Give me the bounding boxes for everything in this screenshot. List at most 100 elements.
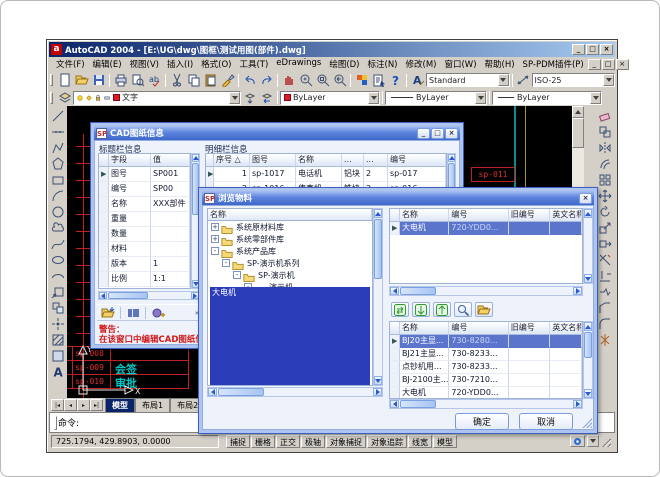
color-dropdown-icon[interactable] [368,92,379,104]
next-tab-icon[interactable]: ▸ [77,399,90,411]
construction-line-icon[interactable] [50,124,66,140]
scroll-up-icon[interactable] [572,106,584,118]
copy-icon[interactable] [185,73,202,88]
mirror-icon[interactable] [597,140,613,156]
color-combo[interactable]: ByLayer [280,91,380,105]
menu-插入(I)[interactable]: 插入(I) [163,57,197,71]
move-up-button[interactable] [433,302,451,317]
line-icon[interactable] [50,108,66,124]
array-icon[interactable] [597,172,613,188]
column-header-英文名称[interactable]: 英文名称 [550,322,582,335]
restore-button[interactable]: □ [586,44,599,55]
redo-icon[interactable] [258,73,275,88]
layer-combo[interactable]: 文字 [73,91,241,105]
detail-row[interactable]: ▶1sp-1017电话机铝块2sp-017 [206,167,446,182]
column-header-名称[interactable]: 名称 [296,154,342,167]
insert-block-icon[interactable] [50,284,66,300]
tree-item-系统零部件库[interactable]: +系统零部件库 [208,233,372,245]
help-icon[interactable]: ? [387,73,404,88]
dialog-close-button[interactable]: × [445,128,458,139]
match-props-icon[interactable] [219,73,236,88]
tree-expander-icon[interactable]: + [211,235,219,243]
pan-icon[interactable] [280,73,297,88]
results-table-vscrollbar[interactable] [583,321,593,399]
column-header-...[interactable]: ... [342,154,364,167]
column-header-编号[interactable]: 编号 [449,209,508,222]
toggle-捕捉[interactable]: 捕捉 [226,435,250,448]
material-row[interactable]: 大电机720-YDD0... [390,387,582,399]
design-center-icon[interactable] [353,73,370,88]
dialog-restore-button[interactable]: □ [431,128,444,139]
column-header-名称[interactable]: 名称 [400,322,449,335]
menu-工具(T)[interactable]: 工具(T) [235,57,272,71]
menu-eDrawings[interactable]: eDrawings [272,57,325,71]
results-table[interactable]: 名称编号旧编号英文名称▶BJ20主显...730-8280...BJ21主显..… [389,321,583,399]
toolbar-grip[interactable] [50,92,53,104]
tree-item-系统产品库[interactable]: -系统产品库 [208,245,372,257]
rotate-icon[interactable] [597,204,613,220]
last-tab-icon[interactable]: ▸| [90,399,103,411]
layer-previous-icon[interactable] [258,90,275,105]
zoom-window-icon[interactable] [314,73,331,88]
toggle-线宽[interactable]: 线宽 [408,435,432,448]
column-header-图号[interactable]: 图号 [250,154,296,167]
linetype-dropdown-icon[interactable] [475,92,486,104]
arc-icon[interactable] [50,188,66,204]
tree-expander-icon[interactable]: - [233,271,241,279]
status-menu-arrow-icon[interactable] [587,435,599,447]
new-icon[interactable] [56,73,73,88]
material-row[interactable]: BJ21主显...730-8233... [390,348,582,361]
mdi-minimize-button[interactable]: _ [588,59,601,70]
column-header-序号[interactable]: 序号 △ [214,154,250,167]
column-header-...[interactable]: ... [364,154,388,167]
multiline-text-icon[interactable]: A [50,364,66,380]
menu-绘图(D)[interactable]: 绘图(D) [325,57,363,71]
table-row[interactable]: 数量 [99,227,190,242]
paste-icon[interactable] [202,73,219,88]
tree-item-大电机[interactable]: 大电机 [208,341,372,353]
titleblock-table-hscrollbar[interactable] [98,291,200,300]
toggle-对象追踪[interactable]: 对象追踪 [367,435,407,448]
menu-修改(M)[interactable]: 修改(M) [402,57,441,71]
stretch-icon[interactable] [597,236,613,252]
spell-icon[interactable]: ab [146,73,163,88]
offset-icon[interactable] [597,156,613,172]
move-down-button[interactable] [412,302,430,317]
table-row[interactable]: 材料 [99,242,190,257]
column-header-旧编号[interactable]: 旧编号 [509,209,551,222]
toggle-栅格[interactable]: 栅格 [251,435,275,448]
rectangle-icon[interactable] [50,172,66,188]
mdi-close-button[interactable]: × [616,59,629,70]
window-resize-grip[interactable] [601,437,611,447]
dialog-resize-grip[interactable] [582,418,592,428]
selected-table-hscrollbar[interactable] [389,286,583,296]
tree-vscrollbar[interactable] [373,208,383,386]
column-header-字段[interactable]: 字段 [109,154,151,167]
titleblock-table[interactable]: 字段值▶图号SP001编号SP00名称XXX部件重量数量材料版本1比例1:1 [98,153,191,289]
linetype-combo[interactable]: ByLayer [385,91,487,105]
tree-item-SP-演示机[interactable]: -SP-演示机 [208,269,372,281]
make-object-layer-icon[interactable] [241,90,258,105]
scroll-thumb[interactable] [572,118,584,148]
cancel-button[interactable]: 取消 [519,413,573,430]
ellipse-arc-icon[interactable] [50,268,66,284]
scale-icon[interactable] [597,220,613,236]
zoom-realtime-icon[interactable] [297,73,314,88]
menu-SP-PDM插件(P)[interactable]: SP-PDM插件(P) [519,57,588,71]
table-row[interactable]: 比例1:1 [99,272,190,287]
tree-item-系统原材料库[interactable]: +系统原材料库 [208,221,372,233]
table-row[interactable]: 重量 [99,212,190,227]
layer-dropdown-icon[interactable] [229,92,240,104]
column-header-名称[interactable]: 名称 [400,209,449,222]
fillet-icon[interactable] [597,316,613,332]
dim-style-combo[interactable]: ISO-25 [532,73,616,87]
tree-expander-icon[interactable]: - [222,259,230,267]
menu-窗口(W)[interactable]: 窗口(W) [440,57,480,71]
erase-icon[interactable] [597,108,613,124]
toggle-对象捕捉[interactable]: 对象捕捉 [326,435,366,448]
open-icon[interactable] [73,73,90,88]
revision-cloud-icon[interactable] [50,220,66,236]
first-tab-icon[interactable]: |◂ [51,399,64,411]
dim-style-dropdown-icon[interactable] [603,74,614,86]
coordinates-readout[interactable]: 725.1794, 429.8903, 0.0000 [51,435,219,448]
